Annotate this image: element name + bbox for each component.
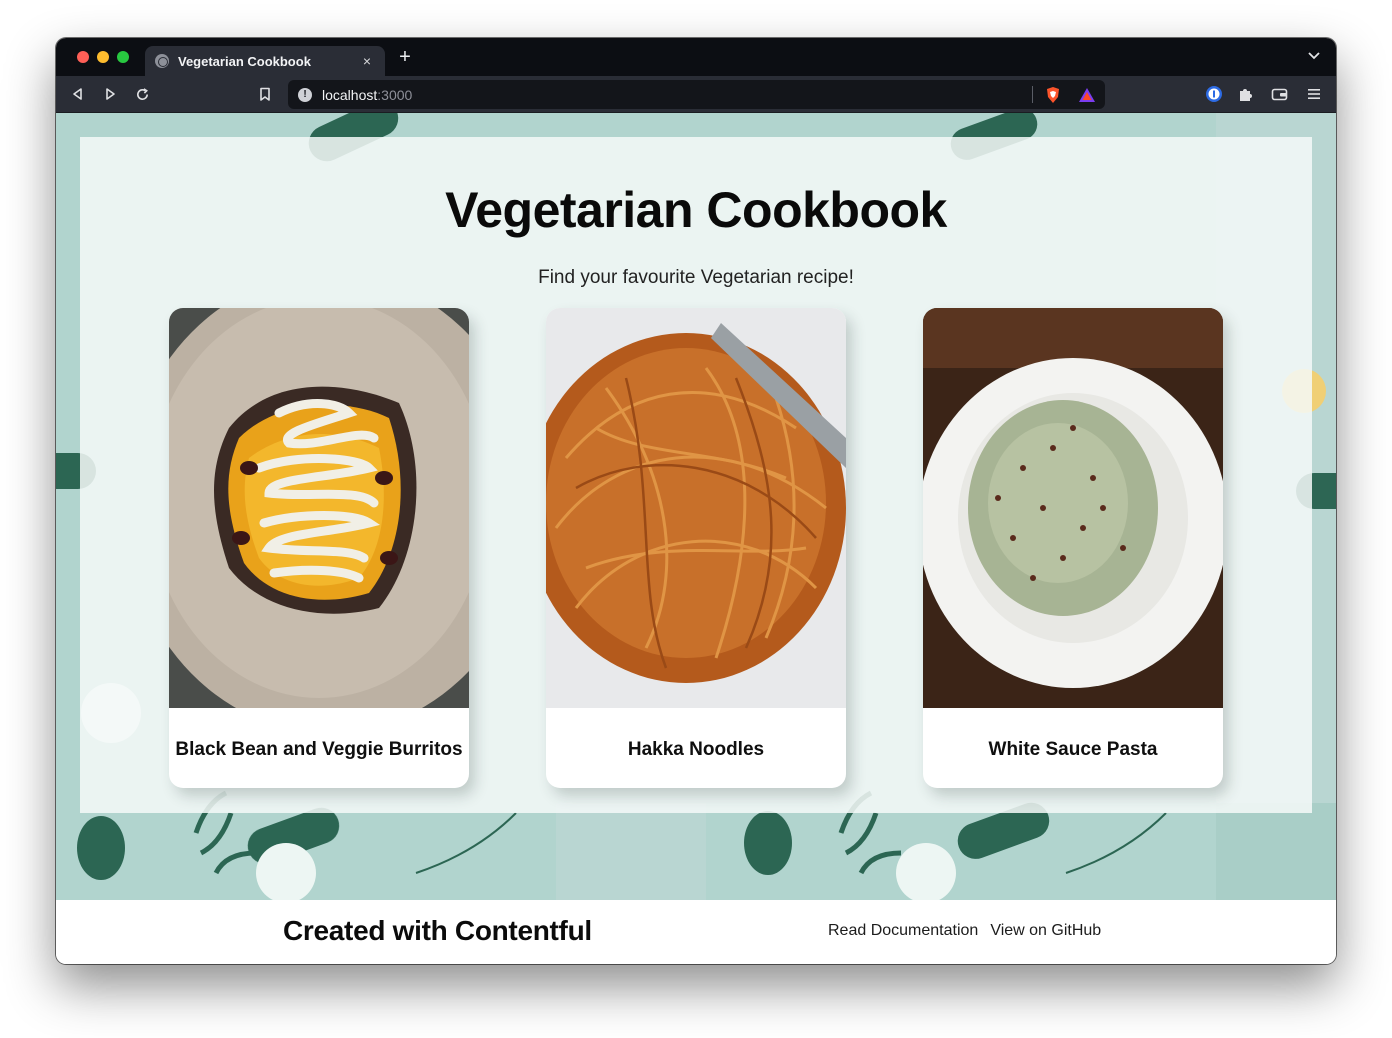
browser-window: Vegetarian Cookbook × + ! localhost:3000 <box>56 38 1336 964</box>
burrito-photo <box>169 308 469 708</box>
browser-toolbar: ! localhost:3000 <box>56 76 1336 113</box>
page-title: Vegetarian Cookbook <box>445 182 947 238</box>
view-on-github-link[interactable]: View on GitHub <box>990 922 1101 940</box>
password-manager-button[interactable] <box>1204 84 1224 104</box>
new-tab-button[interactable]: + <box>395 47 415 67</box>
forward-button[interactable] <box>100 84 120 104</box>
recipe-card[interactable]: Black Bean and Veggie Burritos <box>169 308 469 788</box>
url-host: localhost <box>322 86 378 103</box>
address-bar[interactable]: ! localhost:3000 <box>288 80 1105 109</box>
minimize-window-button[interactable] <box>97 51 109 63</box>
tab-vegetarian-cookbook[interactable]: Vegetarian Cookbook × <box>145 46 385 76</box>
site-info-icon[interactable]: ! <box>298 87 312 102</box>
footer-links: Read Documentation View on GitHub <box>828 922 1101 940</box>
wallet-button[interactable] <box>1269 84 1289 104</box>
site-footer: Created with Contentful Read Documentati… <box>56 900 1336 964</box>
tab-list-dropdown-button[interactable] <box>1306 49 1322 65</box>
brave-shields-icon[interactable] <box>1044 86 1062 104</box>
content-panel: Vegetarian Cookbook Find your favourite … <box>80 137 1312 813</box>
page-viewport: Vegetarian Cookbook Find your favourite … <box>56 113 1336 900</box>
recipe-title: Black Bean and Veggie Burritos <box>175 739 463 760</box>
recipe-title: Hakka Noodles <box>627 739 765 760</box>
reload-icon <box>136 87 148 100</box>
forward-arrow-icon <box>106 88 115 100</box>
password-manager-icon <box>1206 86 1222 102</box>
recipe-card[interactable]: White Sauce Pasta <box>923 308 1223 788</box>
tab-close-button[interactable]: × <box>359 53 375 69</box>
pasta-photo <box>923 308 1223 708</box>
noodles-photo <box>546 308 846 708</box>
close-window-button[interactable] <box>77 51 89 63</box>
chevron-down-icon <box>1308 52 1320 60</box>
hamburger-menu-icon <box>1308 89 1320 99</box>
recipe-card[interactable]: Hakka Noodles <box>546 308 846 788</box>
bookmark-icon <box>260 87 270 101</box>
page-subtitle: Find your favourite Vegetarian recipe! <box>538 267 854 288</box>
tab-title: Vegetarian Cookbook <box>178 53 311 69</box>
extensions-button[interactable] <box>1236 84 1256 104</box>
reload-button[interactable] <box>132 84 152 104</box>
menu-button[interactable] <box>1304 84 1324 104</box>
recipe-title: White Sauce Pasta <box>988 739 1158 760</box>
address-bar-divider <box>1032 86 1033 103</box>
read-documentation-link[interactable]: Read Documentation <box>828 922 978 940</box>
wallet-icon <box>1271 88 1287 100</box>
back-arrow-icon <box>73 88 82 100</box>
brave-rewards-icon[interactable] <box>1078 86 1096 104</box>
maximize-window-button[interactable] <box>117 51 129 63</box>
url-port: :3000 <box>377 86 413 103</box>
puzzle-piece-icon <box>1240 89 1252 101</box>
bookmark-button[interactable] <box>255 84 275 104</box>
tab-strip: Vegetarian Cookbook × + <box>56 38 1336 76</box>
globe-icon <box>155 54 169 68</box>
footer-brand: Created with Contentful <box>283 915 592 946</box>
back-button[interactable] <box>68 84 88 104</box>
